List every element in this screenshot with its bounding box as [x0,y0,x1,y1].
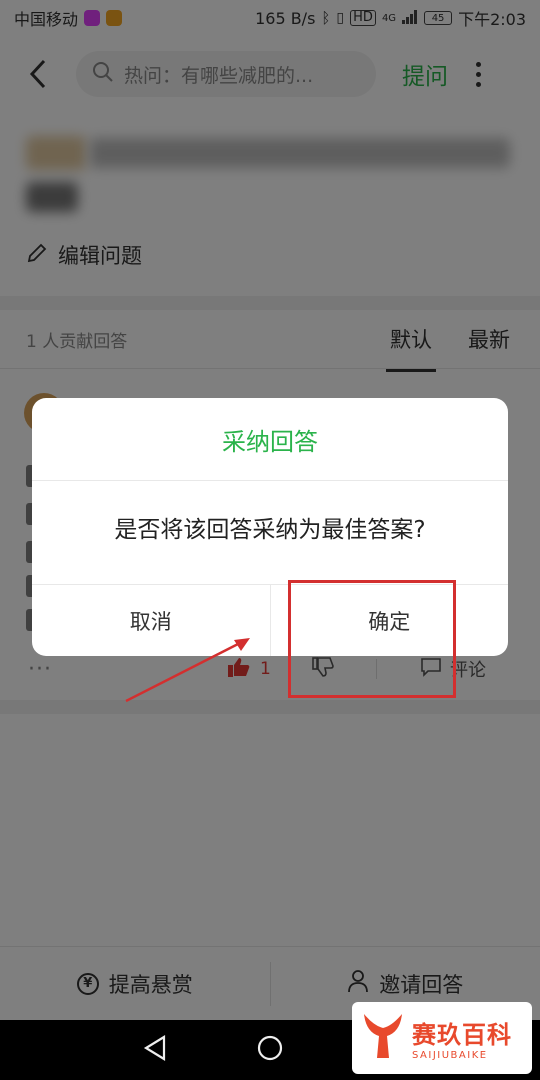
watermark-en: SAIJIUBAIKE [412,1050,488,1061]
watermark-cn: 赛玖百科 [412,1021,512,1049]
whale-tail-logo-icon [360,1010,406,1066]
screen: 中国移动 165 B/s ᛒ ▯ HD 4G 45 下午2:03 热问：有哪些减… [0,0,540,1080]
watermark-logo: 赛玖百科 SAIJIUBAIKE [352,1002,532,1074]
annotation-arrow [125,638,250,703]
nav-back-icon[interactable] [143,1035,167,1065]
nav-home-icon[interactable] [257,1035,283,1065]
